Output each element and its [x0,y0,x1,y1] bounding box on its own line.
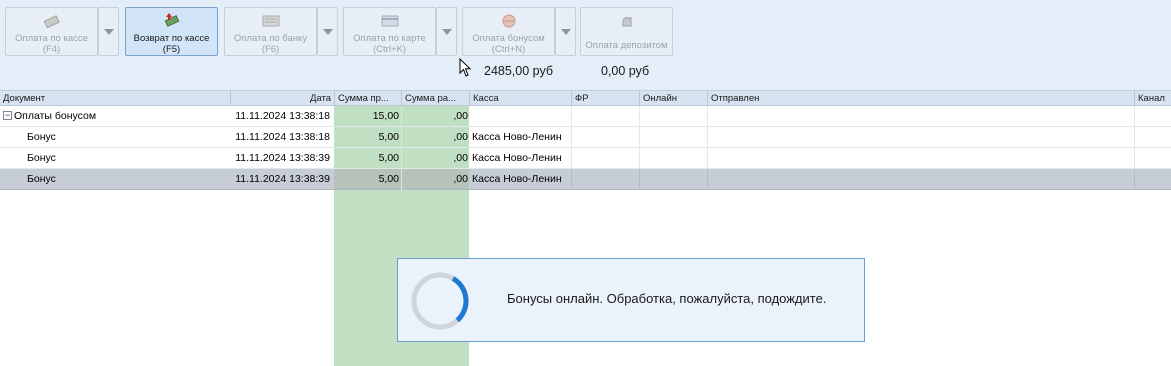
chevron-down-icon [560,29,571,35]
row-sum-out: ,00 [453,110,468,122]
return-cash-label: Возврат по кассе [133,33,210,44]
toolbar: Оплата по кассе (F4) Возврат по кассе (F5)… [0,0,1171,90]
group-row[interactable]: − Оплаты бонусом 11.11.2024 13:38:18 15,… [0,106,1171,127]
pay-bank-button[interactable]: Оплата по банку (F6) [224,7,317,56]
loading-message: Бонусы онлайн. Обработка, пожалуйста, по… [507,291,827,306]
row-sum-in: 5,00 [378,152,399,164]
group-name: Оплаты бонусом [14,110,97,122]
row-date: 11.11.2024 13:38:39 [235,173,330,185]
row-sum-out: ,00 [453,131,468,143]
pay-cash-hotkey: (F4) [42,44,61,55]
loading-dialog: Бонусы онлайн. Обработка, пожалуйста, по… [397,258,865,342]
row-date: 11.11.2024 13:38:18 [235,110,330,122]
pay-card-label: Оплата по карте [353,33,426,44]
pay-card-button[interactable]: Оплата по карте (Ctrl+K) [343,7,436,56]
row-kassa: Касса Ново-Ленин [472,152,562,164]
chevron-down-icon [103,29,114,35]
column-header-fr[interactable]: ФР [572,91,640,106]
cash-return-icon [164,13,179,27]
pay-card-dropdown[interactable] [436,7,457,56]
collapse-icon[interactable]: − [3,111,12,120]
row-kassa: Касса Ново-Ленин [472,173,562,185]
pay-card-hotkey: (Ctrl+K) [373,44,406,55]
table-row[interactable]: Бонус 11.11.2024 13:38:18 5,00 ,00 Касса… [0,127,1171,148]
bonus-amount: 2485,00 руб [484,64,554,78]
pay-cash-button[interactable]: Оплата по кассе (F4) [5,7,98,56]
return-cash-hotkey: (F5) [162,44,181,55]
column-header-online[interactable]: Онлайн [640,91,708,106]
column-header-sent[interactable]: Отправлен [708,91,1135,106]
card-icon [381,15,398,27]
column-header-sum-out[interactable]: Сумма ра... [402,91,470,106]
pay-bank-hotkey: (F6) [261,44,280,55]
mouse-cursor-icon [459,58,472,77]
row-date: 11.11.2024 13:38:18 [235,131,330,143]
pay-bonus-dropdown[interactable] [555,7,576,56]
pay-bank-label: Оплата по банку [233,33,308,44]
cash-icon [43,15,60,28]
row-kassa: Касса Ново-Ленин [472,131,562,143]
row-document: Бонус [27,131,56,143]
pay-bonus-hotkey: (Ctrl+N) [491,44,526,55]
row-sum-in: 5,00 [378,173,399,185]
loading-spinner-icon [411,272,469,330]
return-cash-button[interactable]: Возврат по кассе (F5) [125,7,218,56]
row-sum-in: 5,00 [378,131,399,143]
chevron-down-icon [441,29,452,35]
row-document: Бонус [27,152,56,164]
pay-cash-dropdown[interactable] [98,7,119,56]
row-document: Бонус [27,173,56,185]
row-sum-in: 15,00 [372,110,399,122]
row-sum-out: ,00 [453,173,468,185]
pay-bank-dropdown[interactable] [317,7,338,56]
deposit-icon [622,17,632,27]
row-date: 11.11.2024 13:38:39 [235,152,330,164]
pay-deposit-label: Оплата депозитом [585,40,668,51]
column-header-sum-in[interactable]: Сумма пр... [335,91,402,106]
table-row[interactable]: Бонус 11.11.2024 13:38:39 5,00 ,00 Касса… [0,148,1171,169]
column-header-document[interactable]: Документ [0,91,231,106]
table-row-selected[interactable]: Бонус 11.11.2024 13:38:39 5,00 ,00 Касса… [0,169,1171,190]
column-header-channel[interactable]: Канал [1135,91,1171,106]
column-header-kassa[interactable]: Касса [470,91,572,106]
chevron-down-icon [322,29,333,35]
column-header-date[interactable]: Дата [231,91,335,106]
row-sum-out: ,00 [453,152,468,164]
deposit-amount: 0,00 руб [601,64,650,78]
grid-header: Документ Дата Сумма пр... Сумма ра... Ка… [0,90,1171,106]
bonus-icon [502,14,515,28]
pay-bonus-label: Оплата бонусом [472,33,545,44]
bank-icon [262,15,279,27]
pay-bonus-button[interactable]: Оплата бонусом (Ctrl+N) [462,7,555,56]
pay-deposit-button[interactable]: Оплата депозитом [580,7,673,56]
pay-cash-label: Оплата по кассе [15,33,88,44]
